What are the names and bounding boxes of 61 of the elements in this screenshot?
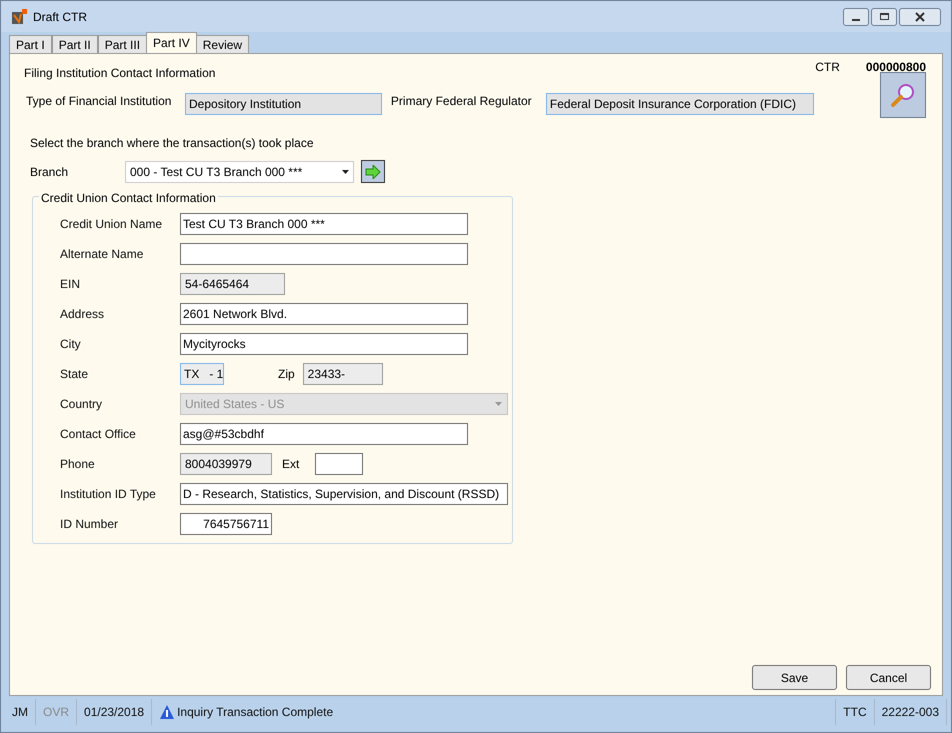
institution-type-field[interactable]: Depository Institution: [185, 93, 382, 115]
regulator-field[interactable]: Federal Deposit Insurance Corporation (FDIC): [546, 93, 814, 115]
status-text: Inquiry Transaction Complete: [177, 704, 334, 721]
search-button[interactable]: [880, 72, 926, 118]
field-label: State: [60, 366, 90, 383]
close-icon: [915, 12, 925, 22]
tab[interactable]: Part III: [98, 35, 148, 53]
search-icon: [890, 82, 916, 108]
go-button[interactable]: [361, 160, 385, 183]
field-label: Contact Office: [60, 426, 137, 443]
maximize-button[interactable]: [871, 8, 897, 26]
section-title: Filing Institution Contact Information: [24, 65, 216, 82]
status-text: 22222-003: [882, 704, 939, 721]
ext-field[interactable]: [315, 453, 364, 475]
status-text: JM: [12, 704, 28, 721]
field-label: Institution ID Type: [60, 486, 157, 503]
tab[interactable]: Review: [196, 35, 250, 53]
field-label: Address: [60, 306, 106, 323]
tab[interactable]: Part II: [52, 35, 98, 53]
text-field[interactable]: asg@#53cbdhf: [180, 423, 468, 445]
text-field[interactable]: 54-6465464: [180, 273, 285, 295]
field-label: Branch: [30, 164, 70, 180]
field-label: Type of Financial Institution: [26, 93, 172, 110]
tab[interactable]: Part IV: [146, 32, 197, 53]
text-field[interactable]: 7645756711: [180, 513, 272, 535]
field-label: EIN: [60, 276, 82, 293]
minimize-button[interactable]: [843, 8, 869, 26]
zip-label: Zip: [278, 366, 295, 383]
text-field[interactable]: 2601 Network Blvd.: [180, 303, 468, 325]
text-field[interactable]: Test CU T3 Branch 000 ***: [180, 213, 468, 235]
tab[interactable]: Part I: [9, 35, 52, 53]
status-text: OVR: [43, 704, 70, 721]
field-label: Country: [60, 396, 104, 413]
state-field[interactable]: TX - 1: [180, 363, 224, 385]
close-button[interactable]: [899, 8, 941, 26]
branch-dropdown[interactable]: 000 - Test CU T3 Branch 000 ***: [125, 160, 354, 182]
ctr-label: CTR: [815, 59, 840, 76]
text-field[interactable]: Mycityrocks: [180, 333, 468, 355]
ext-label: Ext: [282, 456, 300, 473]
window-title: Draft CTR: [33, 8, 87, 26]
arrow-icon: [365, 164, 381, 178]
dialog-button[interactable]: Save: [752, 665, 837, 690]
field-label: City: [60, 336, 82, 353]
text-field[interactable]: D - Research, Statistics, Supervision, and Discount (RSSD): [180, 483, 508, 505]
field-label: Alternate Name: [60, 246, 144, 263]
status-text: TTC: [843, 704, 867, 721]
caret-icon: [342, 170, 349, 174]
field-label: Credit Union Name: [60, 216, 164, 233]
field-label: Primary Federal Regulator: [390, 93, 533, 110]
ctr-number: 000000800: [866, 59, 926, 76]
info-icon: [159, 704, 176, 720]
dialog-button[interactable]: Cancel: [846, 665, 931, 690]
zip-field[interactable]: 23433-: [302, 363, 383, 385]
field-label: ID Number: [60, 516, 120, 533]
text-field[interactable]: [180, 243, 468, 265]
app-icon: [11, 8, 27, 24]
caret-icon: [495, 402, 502, 406]
field-label: Phone: [60, 456, 96, 473]
branch-prompt: Select the branch where the transaction(s) took place: [29, 135, 314, 152]
phone-field[interactable]: 8004039979: [180, 453, 272, 475]
status-text: 01/23/2018: [84, 704, 144, 721]
